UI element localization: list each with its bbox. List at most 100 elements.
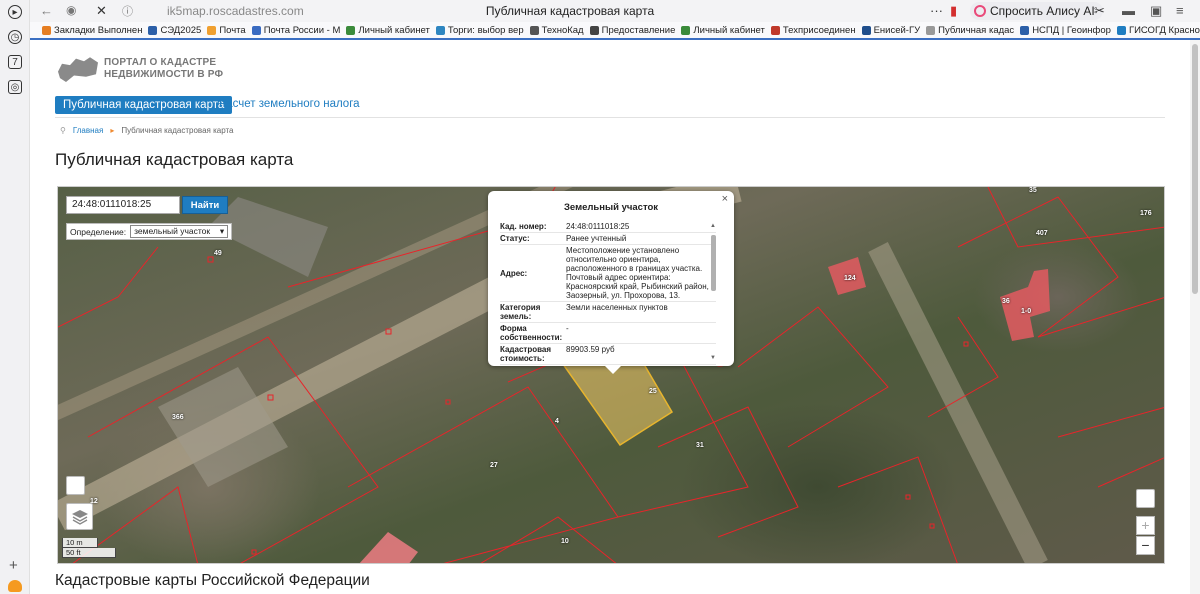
bookmark-item[interactable]: Почта России - М: [251, 25, 340, 36]
popup-row-key: Адрес:: [500, 268, 528, 278]
popup-row-value: 24:48:0111018:25: [566, 222, 630, 231]
fullscreen-button[interactable]: [66, 476, 85, 495]
more-icon[interactable]: ···: [930, 3, 943, 18]
popup-row: Форма собственности: -: [500, 323, 716, 344]
parcel-label: 366: [172, 414, 184, 421]
parcel-info-popup: × Земельный участок Кад. номер: 24:48:011…: [488, 191, 734, 374]
chevron-down-icon: ▾: [219, 226, 225, 236]
parcel-label: 10: [561, 538, 569, 545]
history-icon[interactable]: ◷: [8, 30, 22, 44]
popup-scrollbar[interactable]: ▲ ▼: [710, 223, 716, 361]
page-scroll-thumb[interactable]: [1192, 44, 1198, 294]
popup-row-key: Категория земель:: [500, 303, 541, 321]
cadastral-search-input[interactable]: 24:48:0111018:25: [66, 196, 180, 214]
bookmark-item[interactable]: ГИСОГД Красно: [1116, 25, 1200, 36]
find-button[interactable]: Найти: [182, 196, 228, 214]
page-scrollbar[interactable]: [1190, 40, 1200, 594]
bookmark-item[interactable]: Предоставление: [589, 25, 675, 36]
add-panel-icon[interactable]: +: [9, 557, 18, 574]
tab-land-tax[interactable]: Расчет земельного налога: [219, 98, 360, 110]
menu-icon[interactable]: ≡: [1176, 3, 1184, 18]
screenshot-icon[interactable]: ◎: [8, 80, 22, 94]
bookmark-item[interactable]: ТехноКад: [529, 25, 584, 36]
scale-imperial: 50 ft: [62, 548, 116, 558]
bookmark-favicon-icon: [42, 25, 51, 35]
parcel-label: 407: [1036, 230, 1048, 237]
zoom-out-button[interactable]: −: [1136, 536, 1155, 555]
parcel-label: 27: [490, 462, 498, 469]
bookmark-item[interactable]: Почта: [207, 25, 246, 36]
popup-scroll-thumb[interactable]: [711, 235, 716, 291]
bookmarks-bar: Закладки Выполнен СЭД2025 Почта Почта Росси…: [30, 22, 1200, 40]
bookmark-favicon-icon: [251, 25, 261, 35]
breadcrumb: ⚲ Главная ▸ Публичная кадастровая карта: [60, 126, 234, 135]
popup-row-value: Местоположение установлено относительно …: [566, 246, 716, 300]
parcel-label: 36: [1002, 298, 1010, 305]
page: ПОРТАЛ О КАДАСТРЕ НЕДВИЖИМОСТИ В РФ Публ…: [30, 40, 1190, 594]
map-tool-button[interactable]: [1136, 489, 1155, 508]
bookmark-favicon-icon: [1020, 25, 1030, 35]
browser-toolbar: ← ◉ ✕ ⓘ ik5map.roscadastres.com Публична…: [30, 0, 1200, 22]
popup-row-value: 89903.59 руб: [566, 345, 615, 354]
breadcrumb-home[interactable]: Главная: [73, 126, 103, 135]
layers-button[interactable]: [66, 503, 93, 530]
bookmark-favicon-icon: [529, 25, 539, 35]
popup-details-table: Кад. номер: 24:48:0111018:25 Статус: Ранее …: [500, 221, 716, 365]
definition-select[interactable]: земельный участок ▾: [130, 225, 229, 238]
popup-row: Статус: Ранее учтенный: [500, 233, 716, 245]
parcel-label: 4: [555, 418, 559, 425]
bookmark-favicon-icon: [148, 25, 158, 35]
popup-row: Адрес: Местоположение установлено относит…: [500, 245, 716, 302]
bookmark-item[interactable]: Енисей-ГУ: [861, 25, 920, 36]
bookmark-item[interactable]: Личный кабинет: [346, 25, 430, 36]
bookmark-item[interactable]: НСПД | Геоинфор: [1020, 25, 1111, 36]
browser-brand-icon[interactable]: [8, 580, 22, 592]
popup-title: Земельный участок: [563, 202, 659, 213]
location-pin-icon: ⚲: [60, 126, 66, 135]
tab-cadastral-map[interactable]: Публичная кадастровая карта: [55, 96, 233, 114]
popup-row-value: Ранее учтенный: [566, 234, 627, 243]
popup-row-key: Форма собственности:: [500, 324, 563, 342]
play-icon[interactable]: ▸: [8, 5, 22, 19]
scale-metric: 10 m: [62, 538, 98, 548]
alice-icon: [974, 5, 986, 17]
zoom-in-button[interactable]: +: [1136, 516, 1155, 535]
popup-row: Кад. номер: 24:48:0111018:25: [500, 221, 716, 233]
bookmark-favicon-icon: [1116, 25, 1126, 35]
russia-map-icon: [58, 57, 98, 82]
parcel-label: 25: [649, 388, 657, 395]
definition-row: Определение: земельный участок ▾: [66, 223, 233, 240]
bookmark-icon[interactable]: ▮: [950, 3, 957, 19]
bookmark-item[interactable]: Публичная кадас: [926, 25, 1014, 36]
site-tabs: Публичная кадастровая карта Расчет земел…: [55, 96, 1165, 118]
parcel-label: 49: [214, 250, 222, 257]
tab-title: Публичная кадастровая карта: [485, 4, 655, 18]
popup-row-key: Статус:: [500, 234, 530, 243]
breadcrumb-current: Публичная кадастровая карта: [121, 126, 234, 135]
bookmark-item[interactable]: СЭД2025: [148, 25, 201, 36]
browser-sidebar: ▸ ◷ 7 ◎ +: [0, 0, 30, 594]
collections-icon[interactable]: ▣: [1150, 3, 1162, 19]
bookmark-item[interactable]: Личный кабинет: [681, 25, 765, 36]
bookmark-item[interactable]: Закладки Выполнен: [42, 25, 142, 36]
parcel-label: 1-0: [1021, 308, 1032, 315]
bookmark-item[interactable]: Торги: выбор вер: [435, 25, 524, 36]
bookmark-favicon-icon: [926, 25, 936, 35]
ask-alice-button[interactable]: Спросить Алису AI: [970, 2, 1103, 20]
popup-row-value: -: [566, 324, 569, 333]
scroll-down-icon[interactable]: ▼: [710, 355, 716, 361]
bookmark-item[interactable]: Техприсоединен: [770, 25, 856, 36]
scroll-up-icon[interactable]: ▲: [710, 223, 716, 229]
definition-label: Определение:: [70, 226, 127, 237]
popup-row-value: Земли населенных пунктов: [566, 303, 668, 312]
parcel-label: 35: [1029, 187, 1037, 194]
calendar-icon[interactable]: 7: [8, 55, 22, 69]
site-logo[interactable]: ПОРТАЛ О КАДАСТРЕ НЕДВИЖИМОСТИ В РФ: [58, 56, 223, 82]
bookmark-favicon-icon: [207, 25, 217, 35]
popup-row-key: Кад. номер:: [500, 222, 547, 231]
downloads-icon[interactable]: ▬: [1122, 3, 1135, 18]
cadastral-map[interactable]: 49 366 12 27 4 25 31 10 124 36 1-0 407 35 176 24:48:0…: [57, 186, 1165, 564]
bookmark-favicon-icon: [770, 25, 780, 35]
extensions-icon[interactable]: ✂: [1094, 3, 1105, 19]
layers-icon: [71, 509, 88, 525]
